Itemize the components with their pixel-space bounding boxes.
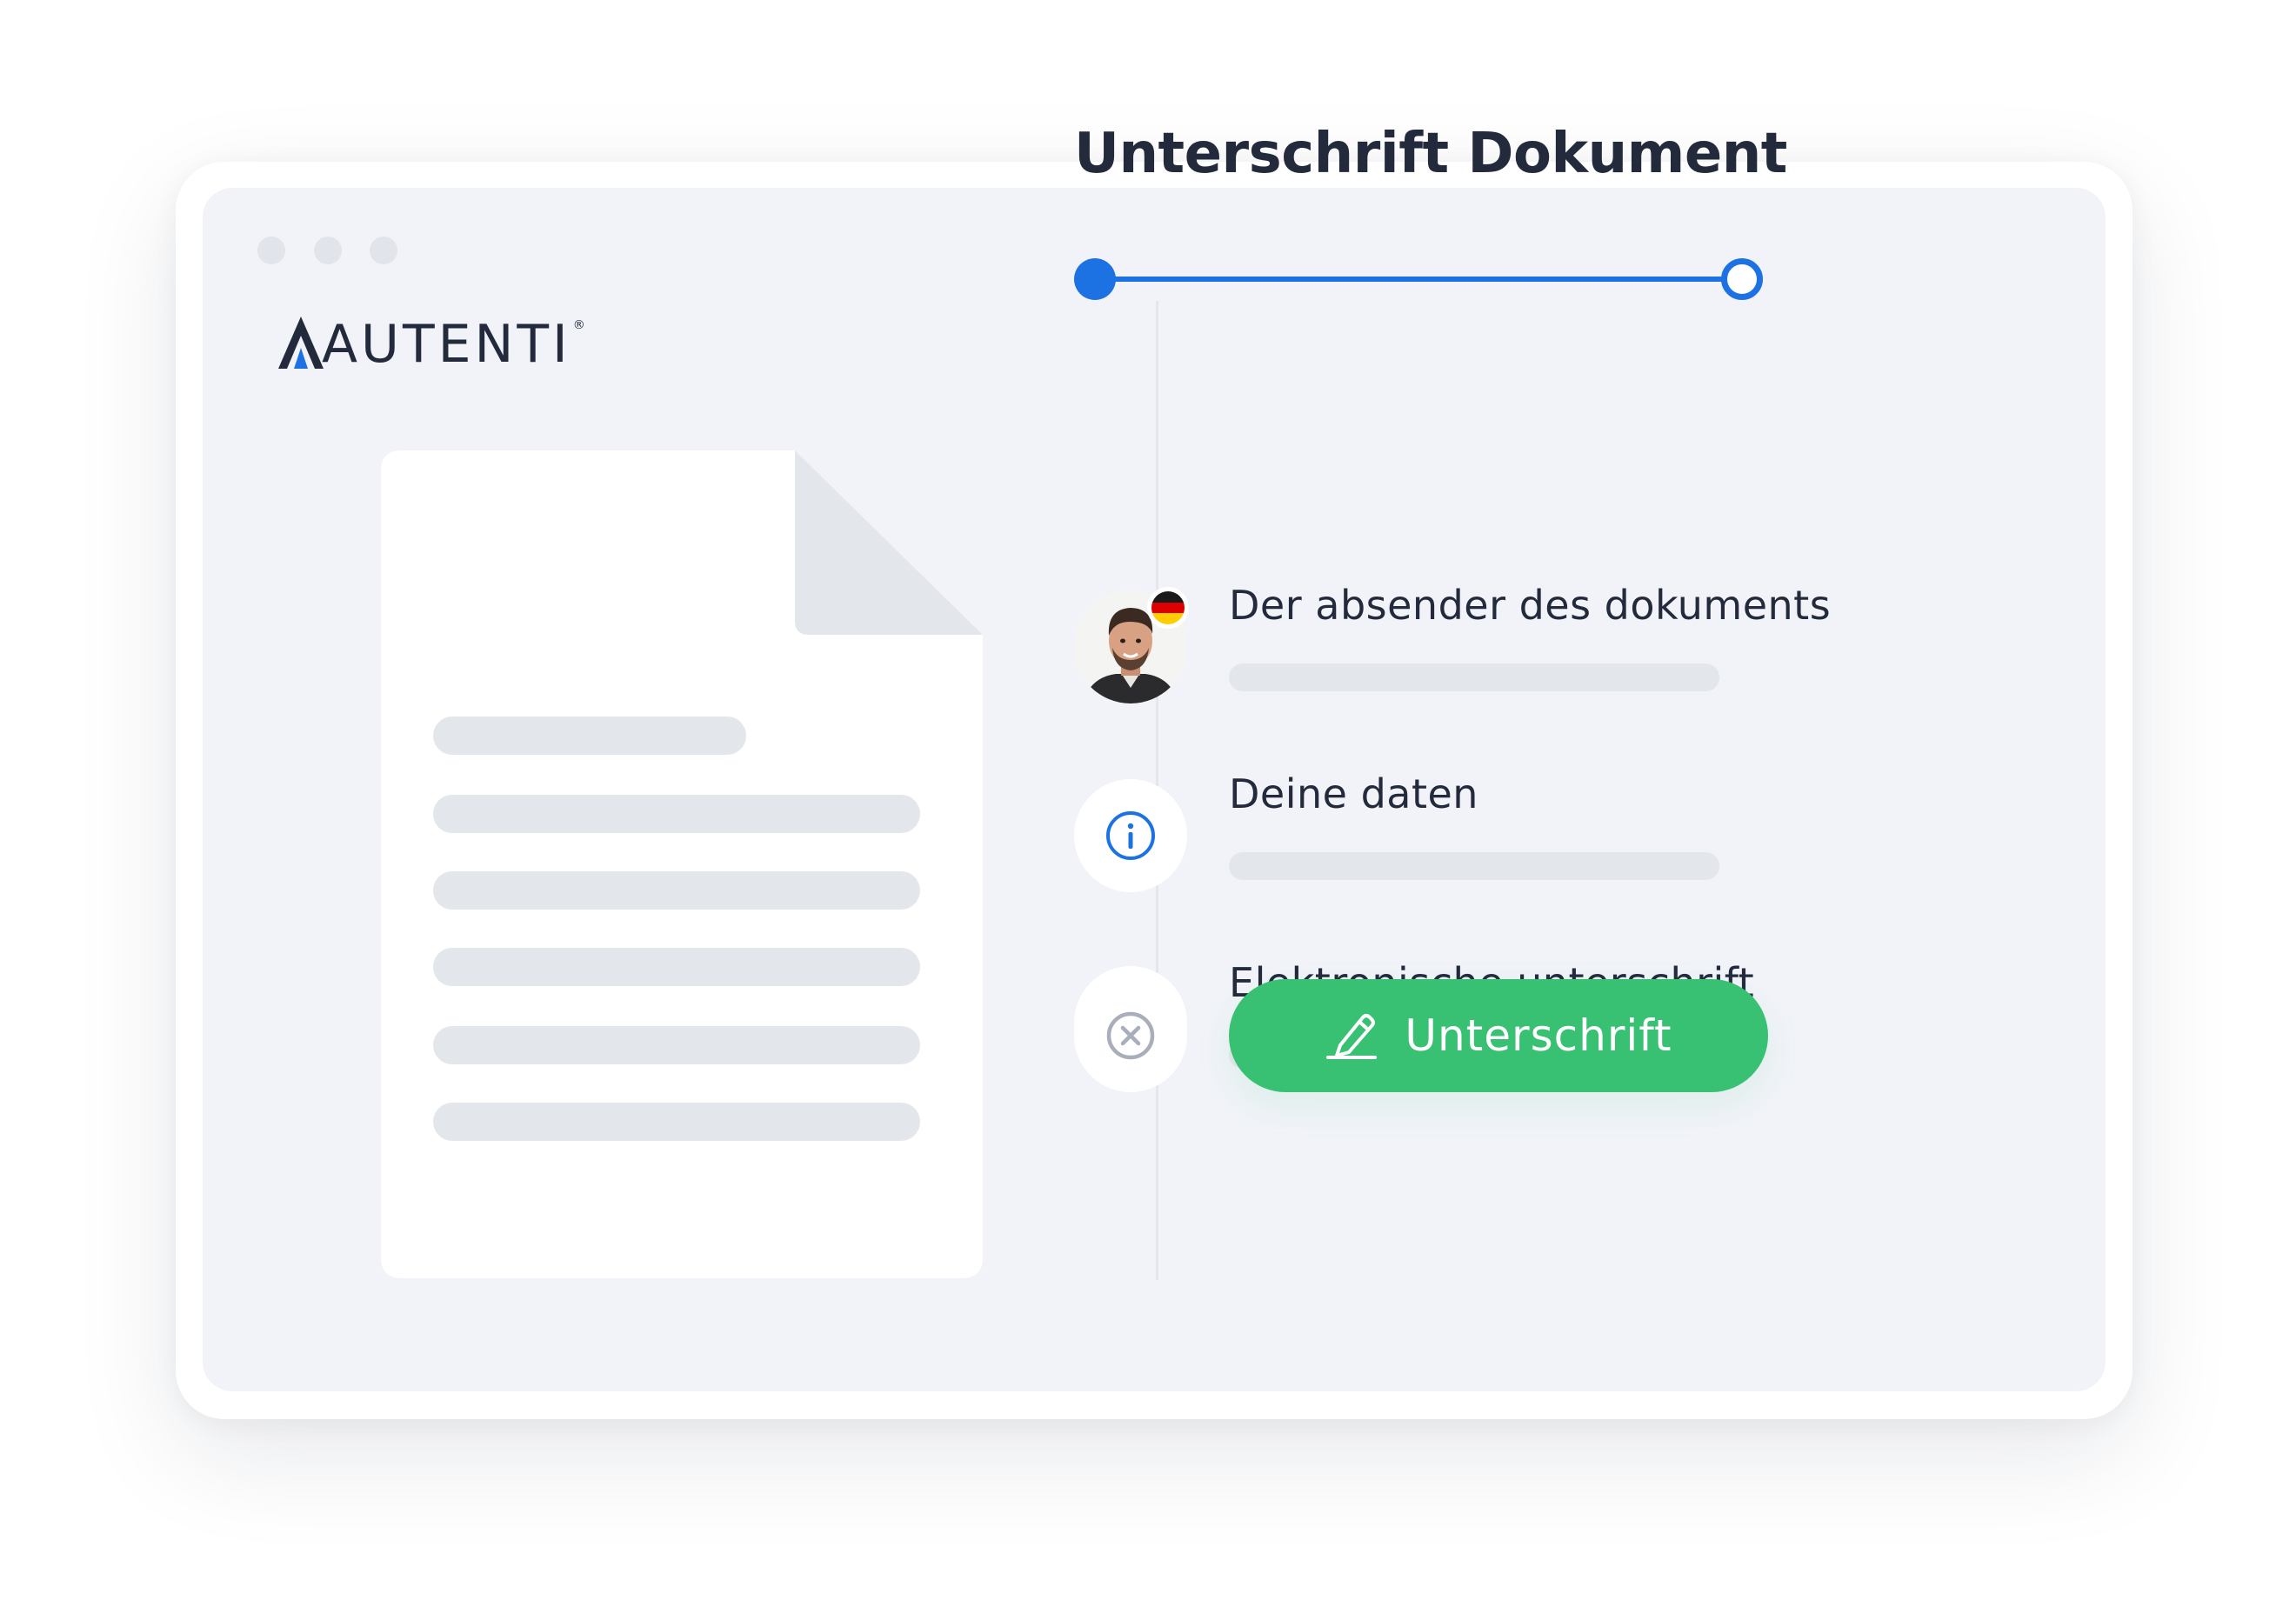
step-your-data[interactable]: Deine daten: [1074, 770, 1857, 901]
window-dot-close[interactable]: [257, 237, 285, 264]
pen-icon: [1326, 1014, 1378, 1059]
sign-button-label: Unterschrift: [1405, 1010, 1672, 1061]
sign-button[interactable]: Unterschrift: [1229, 979, 1768, 1092]
step-icon-circle: [1074, 779, 1187, 892]
german-flag-icon: [1147, 587, 1189, 629]
sender-avatar: [1074, 587, 1189, 703]
autenti-logo-icon: [278, 317, 324, 369]
document-icon: [381, 450, 983, 1278]
document-line: [433, 1026, 920, 1064]
step-placeholder-bar: [1229, 852, 1719, 880]
brand-logo: AUTENTI ®: [277, 310, 585, 370]
window-dot-maximize[interactable]: [370, 237, 397, 264]
step-label: Deine daten: [1229, 770, 1478, 817]
close-circle-icon: [1106, 1011, 1155, 1060]
page-title: Unterschrift Dokument: [1074, 122, 1787, 186]
brand-name: AUTENTI: [322, 314, 571, 375]
step-placeholder-bar: [1229, 663, 1719, 691]
step-label: Der absender des dokuments: [1229, 582, 1832, 629]
cancel-button[interactable]: [1074, 979, 1187, 1092]
document-line: [433, 717, 746, 755]
document-preview: [381, 450, 983, 1278]
window-dot-minimize[interactable]: [314, 237, 342, 264]
progress-start-dot: [1074, 258, 1116, 300]
document-line: [433, 871, 920, 910]
document-line: [433, 795, 920, 833]
progress-track: [1095, 277, 1742, 282]
progress-indicator: [1074, 257, 1763, 301]
step-sender[interactable]: Der absender des dokuments: [1074, 582, 1857, 712]
progress-end-dot: [1721, 258, 1763, 300]
registered-mark: ®: [572, 318, 585, 332]
document-line: [433, 948, 920, 986]
info-icon: [1106, 811, 1155, 860]
document-line: [433, 1103, 920, 1141]
